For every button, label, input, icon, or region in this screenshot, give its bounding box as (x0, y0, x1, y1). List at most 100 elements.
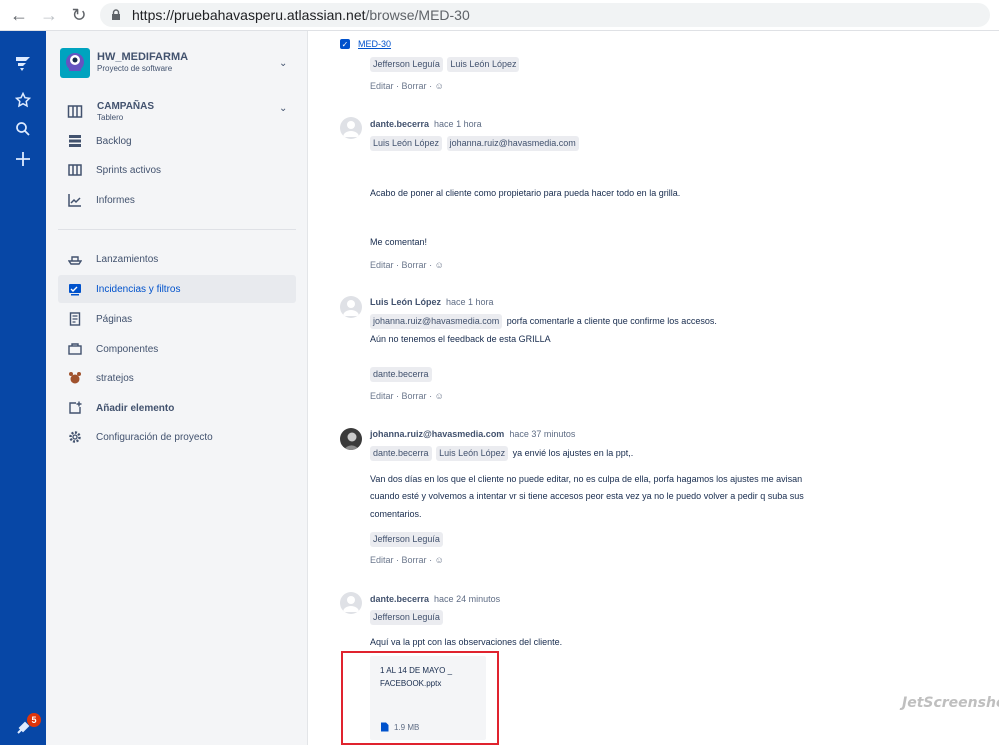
project-type: Proyecto de software (97, 64, 173, 73)
sidebar-item-project-settings[interactable]: Configuración de proyecto (58, 423, 296, 451)
comment-mentions: dante.becerra (370, 366, 434, 383)
forward-arrow-icon[interactable]: → (34, 0, 64, 30)
url-path: /browse/MED-30 (365, 7, 470, 23)
comment-author[interactable]: Luis León López (370, 297, 441, 307)
mention-tag[interactable]: johanna.ruiz@havasmedia.com (370, 314, 503, 329)
comment-actions: Editar · Borrar · ☺ (370, 81, 444, 91)
comment-body: cuando esté y volvemos a intentar vr si … (370, 491, 804, 501)
reload-icon[interactable]: ↻ (64, 0, 94, 30)
comment-time: hace 37 minutos (509, 429, 576, 439)
edit-link[interactable]: Editar (370, 81, 394, 91)
board-icon (67, 103, 83, 124)
notification-count-badge: 5 (27, 713, 41, 727)
reaction-emoji-icon[interactable]: ☺ (435, 391, 444, 401)
back-arrow-icon[interactable]: ← (4, 0, 34, 30)
sidebar-item-backlog[interactable]: Backlog (58, 127, 296, 155)
sidebar-item-components[interactable]: Componentes (58, 335, 296, 363)
board-subtitle: Tablero (97, 113, 124, 122)
separator-dot: · (396, 81, 400, 91)
reaction-emoji-icon[interactable]: ☺ (435, 555, 444, 565)
comment-header: Luis León López hace 1 hora (370, 294, 494, 311)
reaction-emoji-icon[interactable]: ☺ (435, 260, 444, 270)
global-navigation: 5 (0, 31, 46, 745)
comment-header: dante.becerra hace 1 hora (370, 116, 482, 133)
project-name: HW_MEDIFARMA (97, 51, 189, 63)
mention-tag[interactable]: Jefferson Leguía (370, 610, 443, 625)
comment-body: Acabo de poner al cliente como propietar… (370, 188, 681, 198)
search-icon[interactable] (11, 117, 35, 141)
comment-actions: Editar · Borrar · ☺ (370, 260, 444, 270)
edit-link[interactable]: Editar (370, 391, 394, 401)
sidebar-item-stratejos[interactable]: stratejos (58, 364, 296, 392)
delete-link[interactable]: Borrar (402, 555, 427, 565)
mention-tag[interactable]: Luis León López (436, 446, 509, 461)
address-bar[interactable]: https://pruebahavasperu.atlassian.net/br… (100, 3, 990, 27)
edit-link[interactable]: Editar (370, 555, 394, 565)
mention-tag[interactable]: johanna.ruiz@havasmedia.com (446, 136, 579, 151)
comment-header: dante.becerra hace 24 minutos (370, 591, 500, 608)
sidebar-item-label: stratejos (96, 372, 134, 384)
sidebar-item-add-item[interactable]: Añadir elemento (58, 394, 296, 422)
comment-author[interactable]: johanna.ruiz@havasmedia.com (370, 429, 504, 439)
board-name: CAMPAÑAS (97, 101, 155, 112)
separator-dot: · (429, 555, 433, 565)
sidebar-item-label: Incidencias y filtros (96, 283, 181, 295)
star-icon[interactable] (11, 88, 35, 112)
chevron-down-icon[interactable]: ⌄ (279, 103, 287, 114)
sidebar-item-label: Componentes (96, 343, 159, 355)
gear-icon (67, 429, 83, 445)
comment-actions: Editar · Borrar · ☺ (370, 391, 444, 401)
comment-text: ya envié los ajustes en la ppt,. (512, 448, 634, 458)
avatar (340, 296, 362, 318)
reports-chart-icon (67, 192, 83, 208)
avatar (340, 428, 362, 450)
chevron-down-icon[interactable]: ⌄ (279, 58, 287, 69)
comment-author[interactable]: dante.becerra (370, 594, 429, 604)
sidebar-item-releases[interactable]: Lanzamientos (58, 245, 296, 273)
comment-author[interactable]: dante.becerra (370, 119, 429, 129)
mention-tag[interactable]: Jefferson Leguía (370, 57, 443, 72)
reaction-emoji-icon[interactable]: ☺ (435, 81, 444, 91)
delete-link[interactable]: Borrar (402, 81, 427, 91)
mention-tag[interactable]: Luis León López (447, 57, 520, 72)
sidebar-item-pages[interactable]: Páginas (58, 305, 296, 333)
separator-dot: · (396, 391, 400, 401)
stratejos-mascot-icon (67, 370, 83, 386)
comment-mentions: Jefferson Leguía (370, 531, 445, 548)
sidebar-item-label: Páginas (96, 313, 133, 325)
page-icon (67, 311, 83, 327)
separator-dot: · (396, 555, 400, 565)
linked-issue-link[interactable]: MED-30 (358, 36, 391, 53)
comment-body: Aquí va la ppt con las observaciones del… (370, 637, 563, 647)
mention-tag[interactable]: dante.becerra (370, 446, 432, 461)
jira-logo-icon[interactable] (11, 52, 35, 76)
edit-link[interactable]: Editar (370, 260, 394, 270)
mention-tag[interactable]: dante.becerra (370, 367, 432, 382)
delete-link[interactable]: Borrar (402, 391, 427, 401)
comment-body: Van dos días en los que el cliente no pu… (370, 474, 803, 484)
sidebar-item-label: Sprints activos (96, 164, 162, 176)
mention-tag[interactable]: Luis León López (370, 136, 443, 151)
comment-actions: Editar · Borrar · ☺ (370, 555, 444, 565)
sidebar-item-label: Informes (96, 194, 135, 206)
avatar (340, 592, 362, 614)
delete-link[interactable]: Borrar (402, 260, 427, 270)
lock-icon (112, 9, 120, 20)
create-plus-icon[interactable] (11, 147, 35, 171)
mention-tag[interactable]: Jefferson Leguía (370, 532, 443, 547)
issues-icon (67, 281, 83, 297)
comment-body: Me comentan! (370, 237, 428, 247)
url-host: https://pruebahavasperu.atlassian.net (132, 7, 366, 23)
project-sidebar: HW_MEDIFARMA Proyecto de software ⌄ CAMP… (46, 31, 308, 745)
separator-dot: · (429, 391, 433, 401)
sidebar-item-active-sprints[interactable]: Sprints activos (58, 156, 296, 184)
sidebar-item-issues-filters[interactable]: Incidencias y filtros (58, 275, 296, 303)
sidebar-item-reports[interactable]: Informes (58, 186, 296, 214)
sidebar-item-label: Añadir elemento (96, 402, 175, 414)
sprints-board-icon (67, 162, 83, 178)
comment-time: hace 1 hora (446, 297, 494, 307)
comment-body: comentarios. (370, 509, 422, 519)
add-item-icon (67, 400, 83, 416)
project-header[interactable]: HW_MEDIFARMA Proyecto de software ⌄ (60, 48, 300, 84)
comment-mentions: Jefferson Leguía Luis León López (370, 56, 521, 73)
